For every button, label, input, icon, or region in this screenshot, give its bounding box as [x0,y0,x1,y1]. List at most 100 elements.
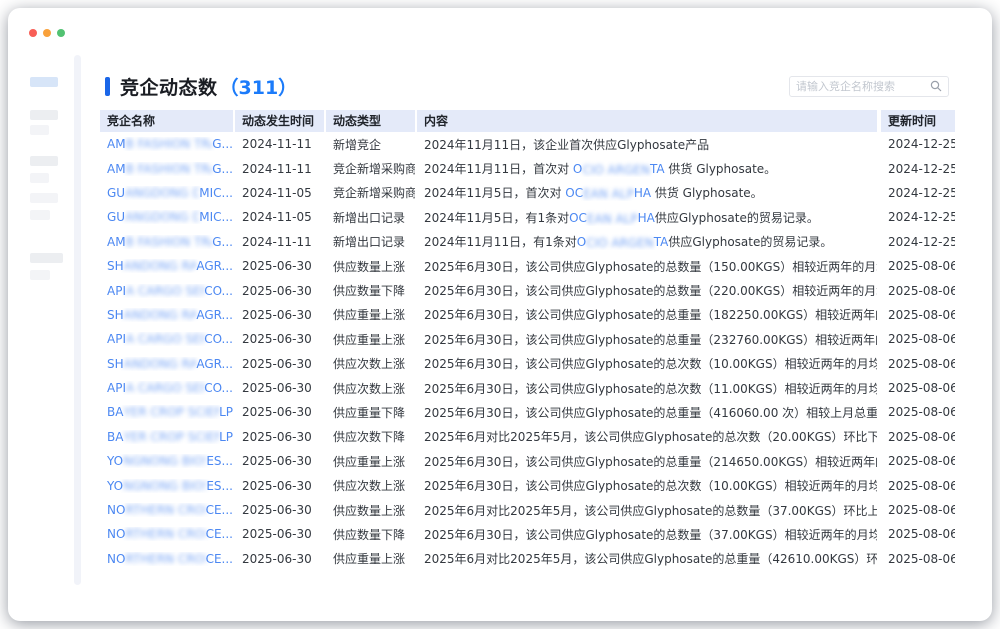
sidebar-item-skeleton[interactable] [30,210,50,220]
sidebar-item-skeleton[interactable] [30,77,58,87]
table-row[interactable]: YONGNONG BIOSCIENES...2025-06-30供应重量上涨20… [100,449,955,473]
cell-content: 2025年6月30日，该公司供应Glyphosate的总重量（416060.00… [417,404,877,421]
sidebar-item-skeleton[interactable] [30,193,58,203]
table-row[interactable]: APIA CARGO SERVICE CO...2025-06-30供应重量上涨… [100,327,955,351]
table-row[interactable]: SHANDONG RAINBOW AGR...2025-06-30供应数量上涨2… [100,254,955,278]
table-row[interactable]: NORTHERN CROPSCIENCE...2025-06-30供应数量下降2… [100,522,955,546]
sidebar-item-skeleton[interactable] [30,173,49,183]
search-box[interactable] [789,76,949,97]
company-name-visible: AGR... [196,308,233,322]
sidebar-item-skeleton[interactable] [30,270,50,280]
company-name-visible: SH [107,259,124,273]
company-link[interactable]: SHANDONG RAINBOW AGR... [107,357,233,371]
table-row[interactable]: NORTHERN CROPSCIENCE...2025-06-30供应重量上涨2… [100,547,955,571]
content-text: 2025年6月30日，该公司供应Glyphosate的总重量（232760.00… [424,333,877,347]
company-link[interactable]: AMB FASHION TRADING G... [107,235,233,249]
title-accent-bar [105,77,110,96]
company-link[interactable]: NORTHERN CROPSCIENCE... [107,527,233,541]
company-name-blurred: YER CROP SCIENCE [123,405,219,419]
buyer-link[interactable]: OCIO ARGENTA [573,162,665,176]
cell-updated: 2025-08-06 [881,308,955,322]
column-header: 内容 [417,110,877,132]
buyer-link[interactable]: OCEAN ALPHA [565,186,651,200]
content-text: 供货 Glyphosate。 [651,186,763,200]
cell-event-type: 供应重量上涨 [326,331,415,348]
cell-content: 2024年11月11日，有1条对OCIO ARGENTA供应Glyphosate… [417,233,877,250]
sidebar-item-skeleton[interactable] [30,125,49,135]
company-name-visible: AM [107,235,126,249]
cell-content: 2025年6月30日，该公司供应Glyphosate的总重量（214650.00… [417,453,877,470]
cell-event-date: 2025-06-30 [235,503,324,517]
content-text: 供应Glyphosate的贸易记录。 [668,235,832,249]
buyer-link[interactable]: OCIO ARGENTA [577,235,669,249]
table-row[interactable]: GUANGDONG DALANG MIC...2024-11-05新增出口记录2… [100,205,955,229]
company-link[interactable]: NORTHERN CROPSCIENCE... [107,552,233,566]
cell-event-type: 竞企新增采购商 [326,184,415,201]
cell-updated: 2025-08-06 [881,284,955,298]
content-text: 供应Glyphosate的贸易记录。 [655,211,819,225]
table-row[interactable]: NORTHERN CROPSCIENCE...2025-06-30供应数量上涨2… [100,498,955,522]
column-header: 动态发生时间 [235,110,324,132]
company-link[interactable]: SHANDONG RAINBOW AGR... [107,259,233,273]
company-link[interactable]: APIA CARGO SERVICE CO... [107,284,233,298]
cell-event-type: 新增竞企 [326,136,415,153]
cell-company: YONGNONG BIOSCIENES... [100,454,233,468]
cell-updated: 2024-12-25 [881,137,955,151]
cell-updated: 2025-08-06 [881,357,955,371]
company-link[interactable]: BAYER CROP SCIENCE LP [107,405,233,419]
company-link[interactable]: YONGNONG BIOSCIENES... [107,454,233,468]
sidebar-item-skeleton[interactable] [30,156,58,166]
buyer-name-visible: OC [569,211,587,225]
company-link[interactable]: YONGNONG BIOSCIENES... [107,479,233,493]
content-text: 2025年6月对比2025年5月，该公司供应Glyphosate的总次数（20.… [424,430,877,444]
company-link[interactable]: APIA CARGO SERVICE CO... [107,332,233,346]
cell-event-date: 2025-06-30 [235,527,324,541]
company-name-blurred: B FASHION TRADING [126,162,213,176]
content-text: 2025年6月30日，该公司供应Glyphosate的总重量（182250.00… [424,308,877,322]
company-link[interactable]: BAYER CROP SCIENCE LP [107,430,233,444]
content-text: 2024年11月5日，有1条对 [424,211,569,225]
company-link[interactable]: SHANDONG RAINBOW AGR... [107,308,233,322]
company-link[interactable]: APIA CARGO SERVICE CO... [107,381,233,395]
company-name-blurred: B FASHION TRADING [126,235,213,249]
company-link[interactable]: GUANGDONG DALANG MIC... [107,186,233,200]
sidebar-item-skeleton[interactable] [30,253,63,263]
sidebar-item-skeleton[interactable] [30,110,58,120]
table-row[interactable]: SHANDONG RAINBOW AGR...2025-06-30供应重量上涨2… [100,303,955,327]
company-name-visible: ES... [206,479,233,493]
company-name-visible: API [107,284,126,298]
content-text: 2025年6月30日，该公司供应Glyphosate的总重量（214650.00… [424,455,877,469]
table-row[interactable]: BAYER CROP SCIENCE LP2025-06-30供应重量下降202… [100,400,955,424]
cell-updated: 2024-12-25 [881,186,955,200]
search-input[interactable] [796,80,930,93]
cell-event-type: 新增出口记录 [326,209,415,226]
cell-content: 2025年6月30日，该公司供应Glyphosate的总次数（11.00KGS）… [417,380,877,397]
cell-event-type: 供应重量上涨 [326,453,415,470]
table-row[interactable]: AMB FASHION TRADING G...2024-11-11新增出口记录… [100,230,955,254]
search-icon[interactable] [930,80,942,92]
company-link[interactable]: NORTHERN CROPSCIENCE... [107,503,233,517]
cell-content: 2025年6月30日，该公司供应Glyphosate的总重量（232760.00… [417,331,877,348]
cell-updated: 2025-08-06 [881,454,955,468]
content-text: 2024年11月11日，有1条对 [424,235,577,249]
table-row[interactable]: APIA CARGO SERVICE CO...2025-06-30供应次数上涨… [100,376,955,400]
table-row[interactable]: GUANGDONG DALANG MIC...2024-11-05竞企新增采购商… [100,181,955,205]
cell-company: APIA CARGO SERVICE CO... [100,381,233,395]
company-name-visible: AM [107,162,126,176]
table-row[interactable]: AMB FASHION TRADING G...2024-11-11竞企新增采购… [100,156,955,180]
table-row[interactable]: BAYER CROP SCIENCE LP2025-06-30供应次数下降202… [100,425,955,449]
table-row[interactable]: SHANDONG RAINBOW AGR...2025-06-30供应次数上涨2… [100,352,955,376]
table-row[interactable]: APIA CARGO SERVICE CO...2025-06-30供应数量下降… [100,278,955,302]
table-row[interactable]: AMB FASHION TRADING G...2024-11-11新增竞企20… [100,132,955,156]
cell-updated: 2025-08-06 [881,527,955,541]
company-link[interactable]: AMB FASHION TRADING G... [107,162,233,176]
company-link[interactable]: GUANGDONG DALANG MIC... [107,210,233,224]
company-link[interactable]: AMB FASHION TRADING G... [107,137,233,151]
buyer-link[interactable]: OCEAN ALPHA [569,211,655,225]
cell-updated: 2024-12-25 [881,235,955,249]
table-row[interactable]: YONGNONG BIOSCIENES...2025-06-30供应次数上涨20… [100,473,955,497]
buyer-name-visible: TA [650,162,665,176]
company-name-visible: CE... [206,552,233,566]
cell-company: APIA CARGO SERVICE CO... [100,332,233,346]
cell-event-date: 2024-11-11 [235,235,324,249]
